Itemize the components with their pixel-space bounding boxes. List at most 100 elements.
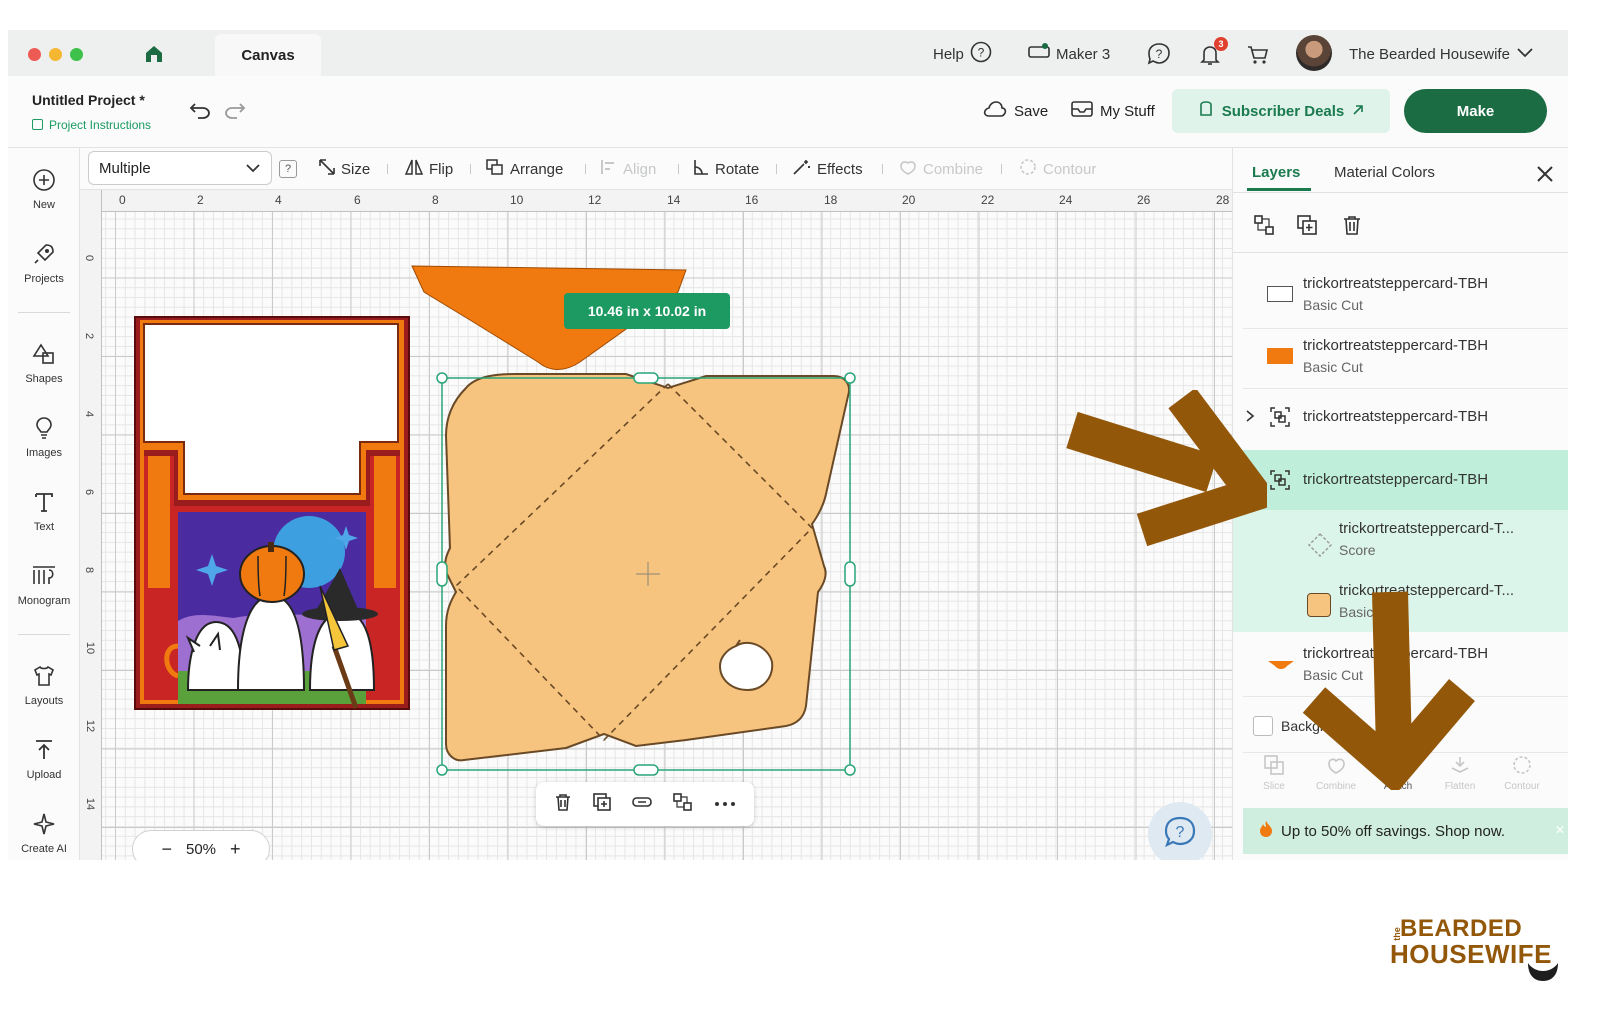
sidebar-divider [18,312,70,313]
notification-badge: 3 [1214,37,1228,51]
close-window-dot[interactable] [28,48,41,61]
size-tooltip: 10.46 in x 10.02 in [564,293,730,329]
selection-bounding-box[interactable] [432,366,862,784]
promo-close-icon[interactable]: ✕ [1555,823,1565,837]
magic-wand-icon [792,158,812,180]
halloween-card-artwork[interactable] [134,316,410,711]
make-button[interactable]: Make [1404,89,1547,133]
layer-operation: Score [1339,542,1376,558]
duplicate-layer-icon[interactable] [1296,214,1318,241]
sidebar-item-layouts[interactable]: Layouts [8,664,80,707]
ruler-label: 6 [83,488,96,496]
group-icon[interactable] [672,792,694,817]
user-menu[interactable]: The Bearded Housewife [1349,42,1534,66]
sidebar-item-projects[interactable]: Projects [8,242,80,285]
help-center-icon[interactable]: ? [1147,42,1171,71]
flip-label: Flip [429,160,454,178]
delete-layer-icon[interactable] [1341,214,1363,241]
sidebar-item-upload[interactable]: Upload [8,738,80,781]
ruler-label: 0 [119,193,126,207]
minimize-window-dot[interactable] [49,48,62,61]
more-options-icon[interactable] [713,795,737,813]
zoom-control: − 50% + [132,830,270,860]
operation-select[interactable]: Multiple [88,151,272,185]
align-tool[interactable]: Align [600,158,656,180]
project-instructions-link[interactable]: Project Instructions [49,118,151,132]
sidebar-label-new: New [32,199,55,211]
promo-banner[interactable]: Up to 50% off savings. Shop now. ✕ [1243,808,1568,854]
subscriber-deals-button[interactable]: Subscriber Deals [1172,89,1390,133]
ruler-label: 26 [1137,193,1151,207]
avatar[interactable] [1296,35,1332,71]
group-layers-icon[interactable] [1253,214,1275,241]
tab-canvas[interactable]: Canvas [215,34,321,76]
sidebar-label-text: Text [33,521,55,533]
layer-row[interactable]: trickortreatsteppercard-TBH Basic Cut [1233,326,1568,386]
contour-icon [1018,158,1038,180]
trash-icon[interactable] [553,792,573,817]
arrange-tool[interactable]: Arrange [485,158,563,180]
cart-icon[interactable] [1246,43,1270,72]
question-bubble-icon: ? [1163,815,1197,854]
layer-child-row[interactable]: trickortreatsteppercard-T... Score [1233,510,1568,570]
zoom-out-button[interactable]: − [161,839,172,860]
ruler-label: 8 [83,566,96,574]
attach-paperclip-icon[interactable] [631,792,653,817]
flip-icon [404,158,424,180]
combine-label: Combine [923,160,984,178]
question-circle-icon: ? [970,41,992,67]
help-menu[interactable]: Help ? [933,41,992,67]
project-header: Untitled Project * Project Instructions … [8,76,1568,148]
toolbar-divider [470,164,471,174]
layer-group-row[interactable]: trickortreatsteppercard-TBH [1233,388,1568,446]
contour-button[interactable]: Contour [1491,754,1553,806]
layer-thumbnail-outline [1267,286,1293,302]
zoom-level: 50% [185,840,217,858]
layer-row[interactable]: trickortreatsteppercard-TBH Basic Cut [1233,264,1568,324]
tab-layers[interactable]: Layers [1252,164,1300,181]
size-tool[interactable]: Size [318,158,370,180]
save-button[interactable]: Save [983,100,1048,122]
operation-select-value: Multiple [99,159,151,177]
sidebar-item-shapes[interactable]: Shapes [8,342,80,385]
contour-tool[interactable]: Contour [1018,158,1096,180]
tab-divider [1233,192,1568,193]
help-label: Help [933,45,964,63]
cloud-icon [983,100,1007,122]
machine-selector[interactable]: Maker 3 [1028,42,1110,66]
effects-tool[interactable]: Effects [792,158,863,180]
zoom-in-button[interactable]: + [230,839,241,860]
layer-name: trickortreatsteppercard-TBH [1303,337,1489,354]
operation-help-button[interactable]: ? [279,160,297,178]
sidebar-item-create-ai[interactable]: Create AI [8,812,80,855]
tag-icon [1198,101,1214,121]
home-icon[interactable] [144,44,164,69]
ruler-label: 14 [667,193,681,207]
rotate-tool[interactable]: Rotate [692,158,759,180]
layer-name: trickortreatsteppercard-T... [1339,520,1515,537]
flip-tool[interactable]: Flip [404,158,453,180]
combine-tool[interactable]: Combine [898,158,983,180]
project-title[interactable]: Untitled Project * [32,92,145,108]
sidebar-label-layouts: Layouts [24,695,64,707]
background-checkbox[interactable] [1253,716,1273,736]
maximize-window-dot[interactable] [70,48,83,61]
close-icon[interactable] [1535,164,1555,189]
svg-text:?: ? [1176,824,1185,841]
tab-material-colors[interactable]: Material Colors [1334,164,1435,181]
sidebar-item-images[interactable]: Images [8,416,80,459]
layer-operation: Basic Cut [1303,297,1363,313]
help-chat-button[interactable]: ? [1148,802,1212,860]
sidebar-item-monogram[interactable]: Monogram [8,564,80,607]
design-canvas[interactable]: 0 2 4 6 8 10 12 14 16 18 20 22 24 26 28 … [80,190,1232,860]
my-stuff-button[interactable]: My Stuff [1071,100,1155,122]
sidebar-item-text[interactable]: Text [8,490,80,533]
save-label: Save [1014,102,1049,120]
sidebar-item-new[interactable]: New [8,168,80,211]
ruler-label: 20 [902,193,916,207]
redo-icon[interactable] [224,100,246,125]
undo-icon[interactable] [189,100,211,125]
layer-group-row-selected[interactable]: trickortreatsteppercard-TBH [1233,450,1568,510]
ruler-label: 2 [83,332,96,340]
duplicate-icon[interactable] [592,792,612,817]
